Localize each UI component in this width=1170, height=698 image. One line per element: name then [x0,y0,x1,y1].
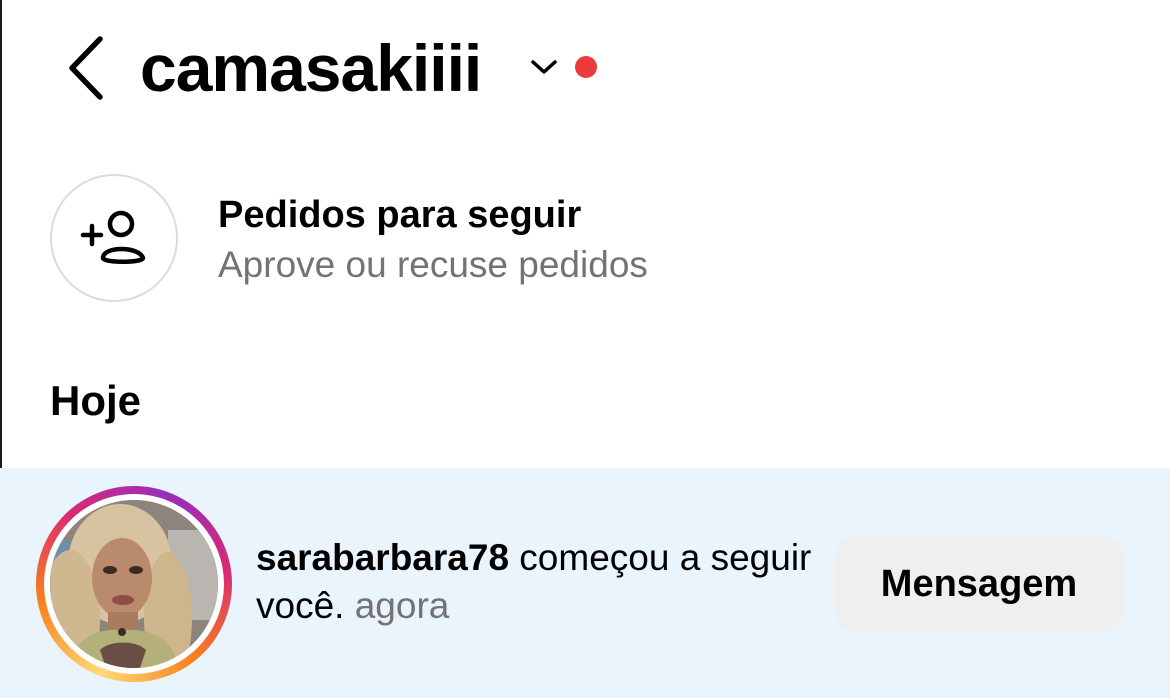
message-button[interactable]: Mensagem [834,536,1124,632]
header: camasakiiii [0,0,1170,140]
avatar-ring-gap [44,494,224,674]
profile-photo [50,500,218,668]
avatar[interactable] [36,486,232,682]
activity-page: camasakiiii Pedidos para seguir Aprove o… [0,0,1170,698]
notification-row[interactable]: sarabarbara78 começou a seguir você. ago… [0,468,1170,698]
notification-timestamp: agora [344,585,450,626]
add-person-icon [80,210,146,264]
follow-requests-icon-circle [50,174,178,302]
back-button[interactable] [56,30,116,106]
notification-username[interactable]: sarabarbara78 [256,537,509,578]
chevron-left-icon [69,36,103,100]
notification-text: sarabarbara78 começou a seguir você. ago… [256,534,816,630]
profile-photo-image [50,500,218,668]
chevron-down-icon [531,60,557,74]
account-switch-button[interactable] [527,52,561,82]
follow-requests-title: Pedidos para seguir [218,194,582,236]
account-name[interactable]: camasakiiii [140,28,482,108]
section-title-today: Hoje [50,377,142,424]
follow-requests-subtitle: Aprove ou recuse pedidos [218,244,648,285]
follow-requests-row[interactable]: Pedidos para seguir Aprove ou recuse ped… [0,168,1170,308]
unread-dot [575,56,597,78]
